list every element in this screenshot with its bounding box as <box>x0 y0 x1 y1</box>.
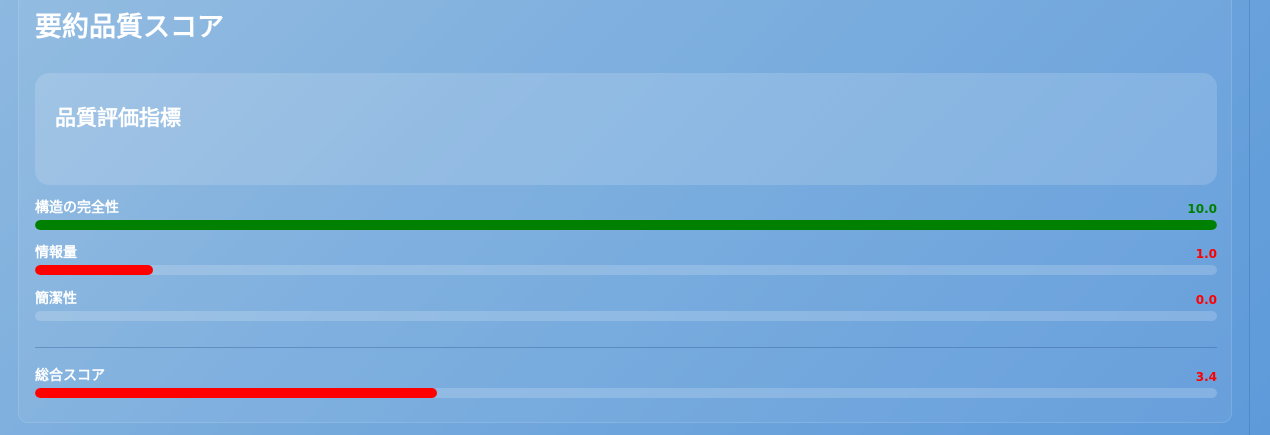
divider <box>35 347 1217 348</box>
progress-fill <box>35 388 437 398</box>
progress-fill <box>35 220 1217 230</box>
metric-value: 1.0 <box>1195 247 1217 261</box>
metric-value: 0.0 <box>1195 293 1217 307</box>
progress-track <box>35 388 1217 398</box>
progress-track <box>35 265 1217 275</box>
panel-edge <box>1249 0 1250 435</box>
metrics-card: 品質評価指標 <box>35 73 1217 185</box>
metric-label: 情報量 <box>35 245 77 261</box>
metric-overall: 総合スコア 3.4 <box>35 367 1217 401</box>
metric-label: 簡潔性 <box>35 291 77 307</box>
metric-label: 構造の完全性 <box>35 200 119 216</box>
overall-value: 3.4 <box>1195 370 1217 384</box>
page-title: 要約品質スコア <box>35 12 224 43</box>
progress-track <box>35 311 1217 321</box>
card-title: 品質評価指標 <box>55 106 181 130</box>
progress-fill <box>35 265 154 275</box>
metric-value: 10.0 <box>1187 202 1217 216</box>
metric-information: 情報量 1.0 <box>35 244 1217 278</box>
progress-track <box>35 220 1217 230</box>
metric-conciseness: 簡潔性 0.0 <box>35 290 1217 324</box>
metric-structure: 構造の完全性 10.0 <box>35 199 1217 233</box>
overall-label: 総合スコア <box>35 368 105 384</box>
